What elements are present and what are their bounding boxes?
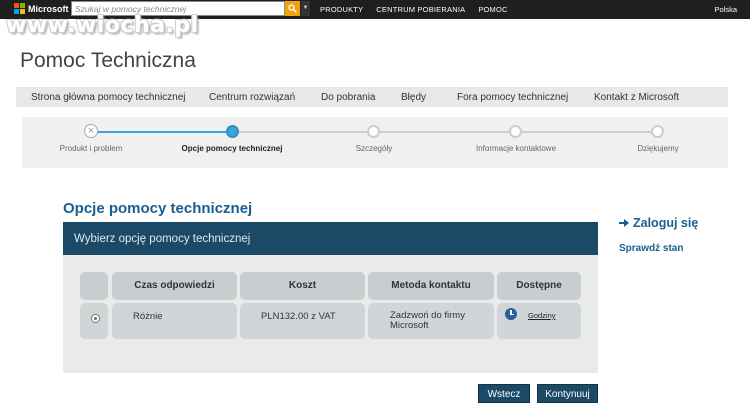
watermark: www.wiocha.pl [6, 13, 199, 38]
option-radio[interactable] [91, 314, 100, 323]
table-cell-time: Różnie [112, 303, 237, 339]
step-label: Produkt i problem [59, 144, 123, 153]
step-active-dot [226, 125, 239, 138]
nav-solution-center[interactable]: Centrum rozwiązań [209, 92, 295, 103]
table-header-time: Czas odpowiedzi [112, 272, 237, 300]
search-icon [288, 4, 297, 13]
top-nav-downloads[interactable]: CENTRUM POBIERANIA [376, 5, 465, 14]
top-nav-help[interactable]: POMOC [478, 5, 507, 14]
table-header-method: Metoda kontaktu [368, 272, 494, 300]
progress-tracker: × Produkt i problem Opcje pomocy technic… [22, 117, 728, 168]
table-cell-method: Zadzwoń do firmy Microsoft [368, 303, 494, 339]
panel-header: Wybierz opcję pomocy technicznej [63, 222, 598, 255]
step-done-icon: × [84, 124, 98, 138]
nav-forums[interactable]: Fora pomocy technicznej [457, 92, 568, 103]
progress-line-pending [239, 131, 657, 133]
step-label: Szczegóły [355, 144, 393, 153]
section-title: Opcje pomocy technicznej [63, 200, 253, 217]
table-header-select [80, 272, 108, 300]
table-cell-availability: Godziny [497, 303, 581, 339]
nav-contact[interactable]: Kontakt z Microsoft [594, 92, 679, 103]
top-nav: PRODUKTY CENTRUM POBIERANIA POMOC [320, 5, 508, 14]
brand-name: Microsoft [28, 3, 69, 14]
continue-button[interactable]: Kontynuuj [537, 384, 598, 403]
nav-downloads[interactable]: Do pobrania [321, 92, 375, 103]
table-header-cost: Koszt [240, 272, 365, 300]
nav-errors[interactable]: Błędy [401, 92, 426, 103]
hours-link[interactable]: Godziny [528, 311, 556, 320]
table-cell-cost: PLN132.00 z VAT [240, 303, 365, 339]
login-link[interactable]: Zaloguj się [619, 216, 698, 230]
step-label: Informacje kontaktowe [475, 144, 557, 153]
page-title: Pomoc Techniczna [20, 49, 196, 72]
login-arrow-icon [619, 218, 629, 228]
region-selector[interactable]: Polska [714, 5, 737, 14]
back-button[interactable]: Wstecz [478, 384, 530, 403]
top-nav-products[interactable]: PRODUKTY [320, 5, 363, 14]
step-label: Dziękujemy [637, 144, 679, 153]
check-status-link[interactable]: Sprawdź stan [619, 243, 683, 254]
nav-support-home[interactable]: Strona główna pomocy technicznej [31, 92, 186, 103]
table-header-availability: Dostępne [497, 272, 581, 300]
search-scope-dropdown[interactable]: ▼ [301, 1, 310, 16]
clock-icon [505, 308, 517, 320]
support-nav: Strona główna pomocy technicznej Centrum… [16, 87, 728, 107]
step-label-active: Opcje pomocy technicznej [181, 144, 283, 153]
step-dot [367, 125, 380, 138]
progress-line-done [98, 131, 232, 133]
step-dot [509, 125, 522, 138]
login-label: Zaloguj się [633, 216, 699, 230]
step-dot [651, 125, 664, 138]
support-options-table: Czas odpowiedzi Koszt Metoda kontaktu Do… [63, 255, 598, 373]
search-button[interactable] [285, 1, 300, 16]
